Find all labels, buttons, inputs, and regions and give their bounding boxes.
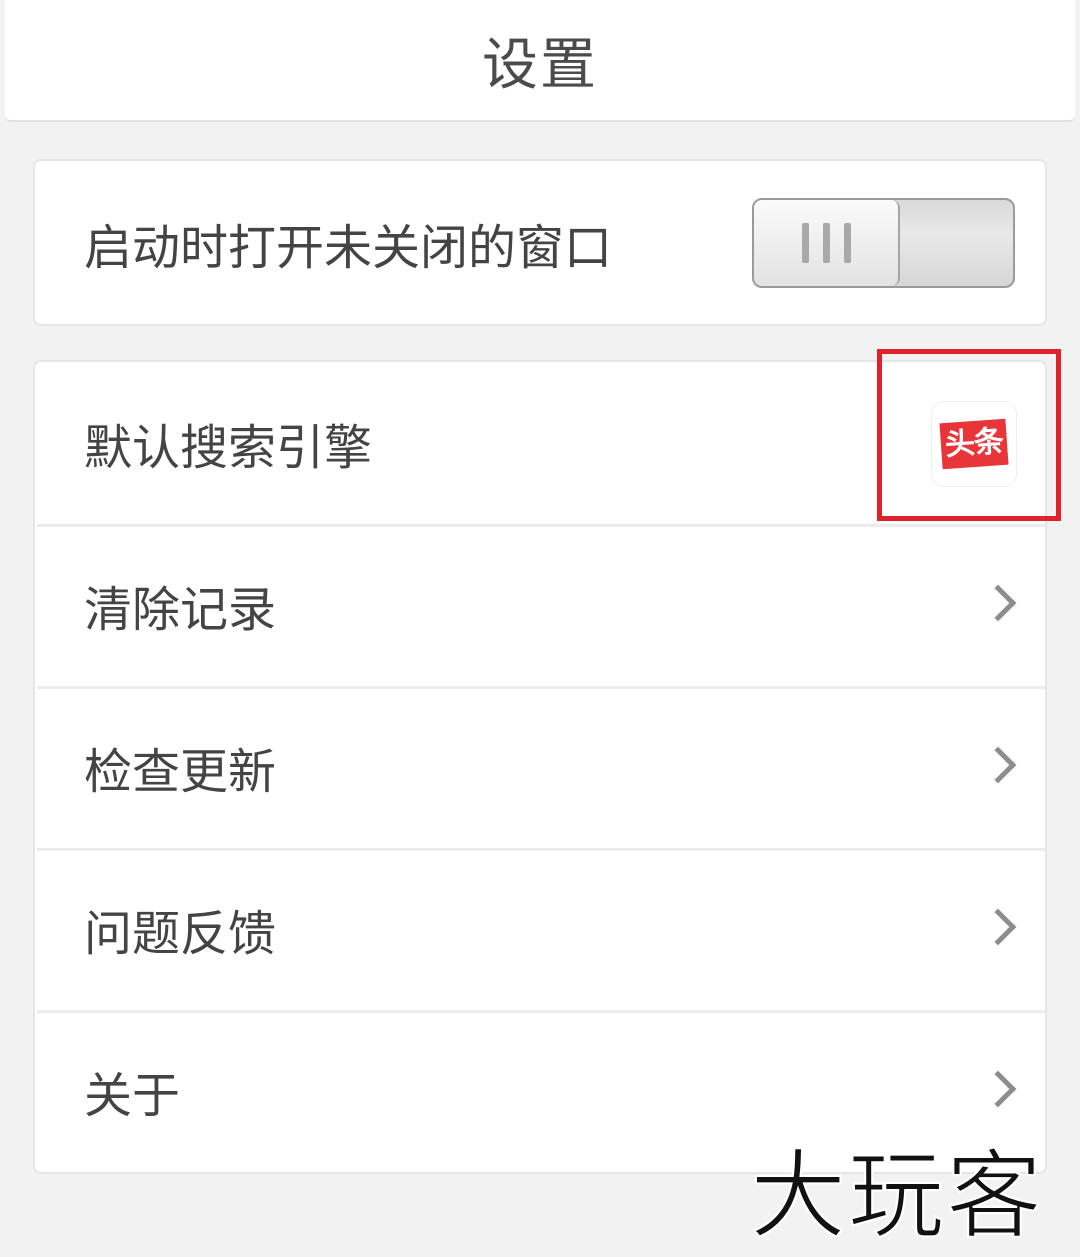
list-item-label: 检查更新 [84, 744, 277, 800]
list-item-check-update[interactable]: 检查更新 [35, 686, 1045, 848]
chevron-right-icon [979, 1070, 1017, 1108]
chevron-right-icon [979, 908, 1017, 946]
list-item-clear-history[interactable]: 清除记录 [35, 524, 1045, 686]
chevron-right-icon [979, 746, 1017, 784]
list-item-feedback[interactable]: 问题反馈 [35, 848, 1045, 1010]
list-item-label: 问题反馈 [84, 906, 277, 962]
list-item-label: 清除记录 [84, 582, 277, 638]
startup-restore-row[interactable]: 启动时打开未关闭的窗口 [35, 161, 1045, 324]
list-item-label: 关于 [84, 1068, 181, 1124]
page-title: 设置 [482, 32, 598, 98]
grip-line-icon [843, 223, 851, 263]
startup-card: 启动时打开未关闭的窗口 [33, 159, 1047, 326]
grip-line-icon [822, 223, 830, 263]
chevron-right-icon [979, 584, 1017, 622]
watermark: 大玩客 [749, 1139, 1044, 1253]
toggle-knob[interactable] [754, 200, 900, 286]
grip-line-icon [801, 223, 809, 263]
startup-restore-toggle[interactable] [752, 198, 1015, 288]
startup-restore-label: 启动时打开未关闭的窗口 [84, 219, 613, 276]
highlight-annotation-box [877, 349, 1061, 521]
settings-header: 设置 [5, 0, 1075, 122]
list-item-label: 默认搜索引擎 [84, 420, 373, 476]
